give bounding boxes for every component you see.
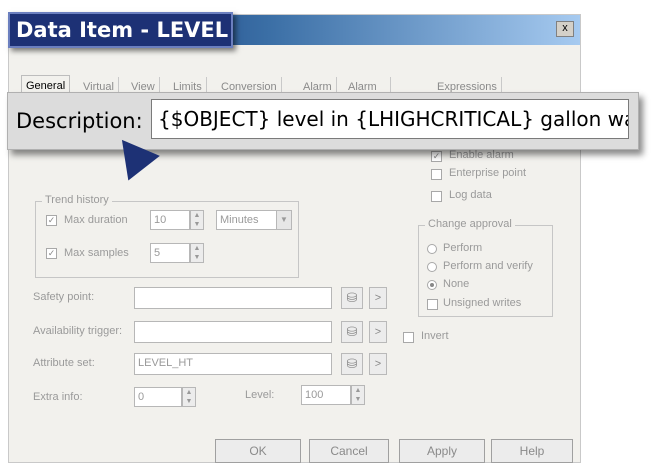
window-title: Data Item - LEVEL [8,12,233,48]
invert-checkbox[interactable] [403,332,414,343]
attribute-set-label: Attribute set: [33,357,95,369]
data-item-dialog: x General Virtual View Limits Conversion… [8,14,581,463]
log-data-label: Log data [449,189,492,201]
description-label: Description: [16,109,143,133]
description-input[interactable]: {$OBJECT} level in {LHIGHCRITICAL} gallo… [151,99,629,139]
invert-label: Invert [421,330,449,342]
enable-alarm-checkbox[interactable]: ✓ [431,151,442,162]
database-icon[interactable]: ⛁ [341,321,363,343]
max-samples-label: Max samples [64,247,129,259]
trend-history-title: Trend history [42,194,112,206]
max-duration-checkbox[interactable]: ✓ [46,215,57,226]
safety-point-arrow-button[interactable]: > [369,287,387,309]
max-samples-spinner[interactable]: ▲ ▼ [190,243,204,263]
apply-button[interactable]: Apply [399,439,485,463]
safety-point-input[interactable] [134,287,332,309]
availability-trigger-arrow-button[interactable]: > [369,321,387,343]
database-icon[interactable]: ⛁ [341,353,363,375]
chevron-down-icon: ▼ [276,211,291,229]
trend-history-group: Trend history ✓ Max duration 10 ▲ ▼ Minut… [35,194,299,278]
description-callout: Description: {$OBJECT} level in {LHIGHCR… [7,92,639,150]
perform-label: Perform [443,242,483,254]
ok-button[interactable]: OK [215,439,301,463]
perform-and-verify-label: Perform and verify [443,260,533,272]
unsigned-writes-label: Unsigned writes [443,297,522,309]
help-button[interactable]: Help [491,439,573,463]
log-data-checkbox[interactable] [431,191,442,202]
safety-point-label: Safety point: [33,291,95,303]
extra-info-spinner[interactable]: ▲ ▼ [182,387,196,407]
close-button[interactable]: x [556,21,574,37]
extra-info-input[interactable]: 0 [134,387,182,407]
none-label: None [443,278,470,290]
enterprise-point-label: Enterprise point [449,167,527,179]
level-label: Level: [245,389,275,401]
unsigned-writes-checkbox[interactable] [427,299,438,310]
max-duration-label: Max duration [64,214,128,226]
enable-alarm-label: Enable alarm [449,149,514,161]
perform-radio[interactable] [427,244,437,254]
none-radio[interactable] [427,280,437,290]
extra-info-label: Extra info: [33,391,83,403]
availability-trigger-label: Availability trigger: [33,325,123,337]
attribute-set-arrow-button[interactable]: > [369,353,387,375]
max-samples-checkbox[interactable]: ✓ [46,248,57,259]
perform-and-verify-radio[interactable] [427,262,437,272]
enterprise-point-checkbox[interactable] [431,169,442,180]
duration-unit-select[interactable]: Minutes ▼ [216,210,292,230]
duration-unit-value: Minutes [220,214,259,226]
database-icon[interactable]: ⛁ [341,287,363,309]
level-input[interactable]: 100 [301,385,351,405]
cancel-button[interactable]: Cancel [309,439,389,463]
change-approval-title: Change approval [425,218,515,230]
max-duration-input[interactable]: 10 [150,210,190,230]
attribute-set-input[interactable]: LEVEL_HT [134,353,332,375]
availability-trigger-input[interactable] [134,321,332,343]
change-approval-group: Change approval Perform Perform and veri… [418,218,553,317]
max-duration-spinner[interactable]: ▲ ▼ [190,210,204,230]
level-spinner[interactable]: ▲ ▼ [351,385,365,405]
max-samples-input[interactable]: 5 [150,243,190,263]
